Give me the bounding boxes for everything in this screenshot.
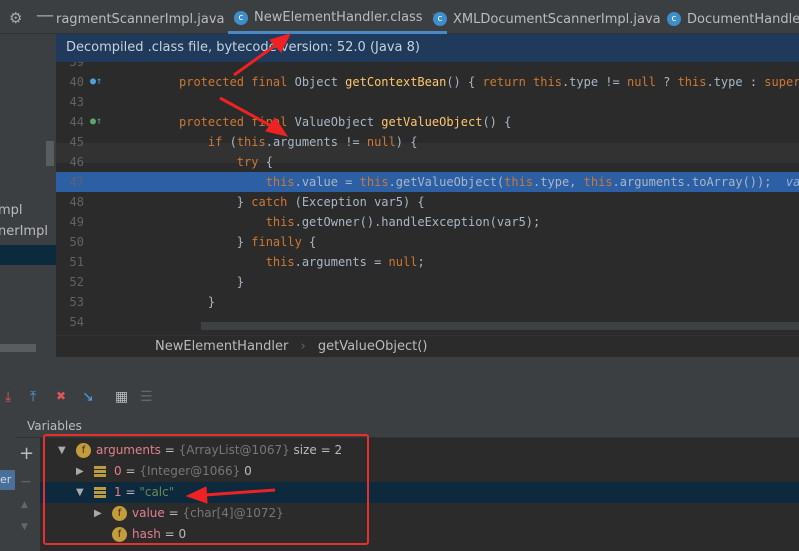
annotation-arrows — [185, 33, 291, 504]
arrow-head — [269, 33, 291, 53]
arrow-to-tab — [233, 40, 281, 77]
arrow-head — [265, 117, 289, 137]
arrow-to-calc — [204, 488, 276, 497]
arrow-head — [185, 486, 208, 504]
arrow-to-arguments — [219, 96, 276, 130]
